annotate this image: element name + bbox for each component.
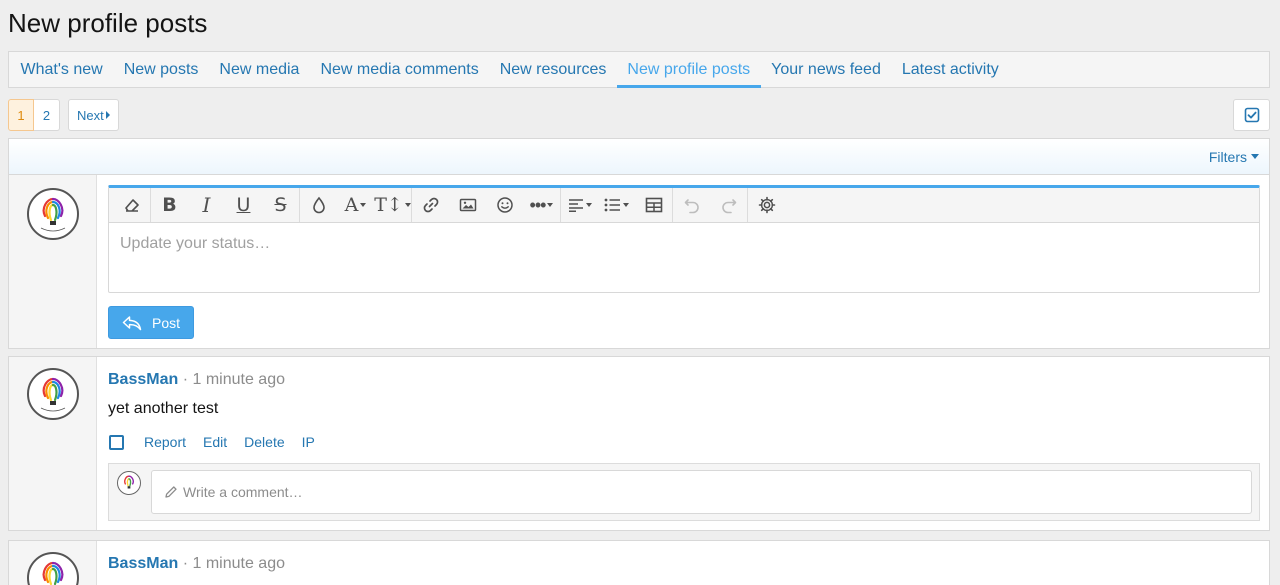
username-link[interactable]: BassMan bbox=[108, 555, 178, 572]
tab-your-news-feed[interactable]: Your news feed bbox=[761, 52, 892, 87]
filter-bar: Filters bbox=[8, 138, 1270, 174]
comment-placeholder: Write a comment… bbox=[183, 484, 303, 500]
ip-link[interactable]: IP bbox=[302, 434, 315, 450]
text-color-icon[interactable] bbox=[300, 188, 337, 222]
tab-new-posts[interactable]: New posts bbox=[113, 52, 209, 87]
report-link[interactable]: Report bbox=[144, 434, 186, 450]
rich-text-editor: B I U S A T↕ ••• Update your status… bbox=[108, 185, 1260, 293]
filters-menu-button[interactable]: Filters bbox=[1209, 149, 1259, 165]
tab-new-media[interactable]: New media bbox=[209, 52, 310, 87]
image-icon[interactable] bbox=[449, 188, 486, 222]
lightbulb-avatar-icon bbox=[124, 475, 134, 489]
delete-link[interactable]: Delete bbox=[244, 434, 284, 450]
link-icon[interactable] bbox=[412, 188, 449, 222]
post-body: yet another test bbox=[108, 400, 219, 417]
font-family-icon[interactable]: A bbox=[337, 188, 374, 222]
post-actions: Report Edit Delete IP bbox=[108, 434, 332, 450]
comment-input[interactable]: Write a comment… bbox=[151, 470, 1252, 514]
caret-down-icon bbox=[1251, 154, 1259, 159]
smilie-icon[interactable] bbox=[486, 188, 523, 222]
post-header: BassMan · 1 minute ago bbox=[108, 555, 285, 573]
caret-right-icon bbox=[105, 111, 110, 119]
post-header: BassMan · 1 minute ago bbox=[108, 371, 285, 389]
select-toggle-button[interactable] bbox=[1233, 99, 1270, 131]
underline-icon[interactable]: U bbox=[225, 188, 262, 222]
filters-label: Filters bbox=[1208, 148, 1247, 165]
tab-new-media-comments[interactable]: New media comments bbox=[310, 52, 489, 87]
checkbox-checked-icon bbox=[1244, 107, 1259, 123]
editor-toolbar: B I U S A T↕ ••• bbox=[109, 188, 1259, 223]
reply-icon bbox=[122, 315, 142, 330]
align-icon[interactable] bbox=[561, 188, 598, 222]
bold-icon[interactable]: B bbox=[151, 188, 188, 222]
undo-icon[interactable] bbox=[673, 188, 710, 222]
status-composer: B I U S A T↕ ••• Update your status… Pos… bbox=[8, 174, 1270, 349]
strikethrough-icon[interactable]: S bbox=[262, 188, 299, 222]
avatar[interactable] bbox=[117, 471, 141, 495]
comment-box: Write a comment… bbox=[108, 463, 1260, 521]
page-2-button[interactable]: 2 bbox=[34, 99, 60, 131]
more-icon[interactable]: ••• bbox=[523, 188, 560, 222]
lightbulb-avatar-icon bbox=[40, 197, 66, 232]
pencil-icon bbox=[165, 486, 177, 498]
tab-new-resources[interactable]: New resources bbox=[489, 52, 617, 87]
tab-whats-new[interactable]: What's new bbox=[10, 52, 113, 87]
font-size-icon[interactable]: T↕ bbox=[374, 188, 411, 222]
status-input[interactable]: Update your status… bbox=[109, 223, 1259, 265]
select-checkbox[interactable] bbox=[109, 434, 124, 450]
pagination: 1 2 Next bbox=[8, 99, 119, 131]
next-page-button[interactable]: Next bbox=[68, 99, 119, 131]
eraser-icon[interactable] bbox=[113, 188, 150, 222]
avatar[interactable] bbox=[27, 188, 79, 240]
list-icon[interactable] bbox=[598, 188, 635, 222]
edit-link[interactable]: Edit bbox=[203, 434, 227, 450]
post-label: Post bbox=[151, 314, 180, 331]
avatar[interactable] bbox=[27, 368, 79, 420]
lightbulb-avatar-icon bbox=[42, 561, 64, 585]
post-button[interactable]: Post bbox=[108, 306, 194, 339]
tab-latest-activity[interactable]: Latest activity bbox=[891, 52, 1009, 87]
profile-post: BassMan · 1 minute ago yet another test … bbox=[8, 356, 1270, 531]
profile-post: BassMan · 1 minute ago bbox=[8, 540, 1270, 585]
username-link[interactable]: BassMan bbox=[108, 371, 178, 388]
post-time-link[interactable]: 1 minute ago bbox=[192, 555, 285, 572]
lightbulb-avatar-icon bbox=[40, 377, 66, 412]
post-time-link[interactable]: 1 minute ago bbox=[192, 371, 285, 388]
next-label: Next bbox=[77, 107, 104, 123]
settings-icon[interactable] bbox=[748, 188, 785, 222]
table-icon[interactable] bbox=[635, 188, 672, 222]
tab-new-profile-posts[interactable]: New profile posts bbox=[616, 52, 761, 88]
page-1-button[interactable]: 1 bbox=[8, 99, 34, 131]
page-title: New profile posts bbox=[8, 8, 208, 38]
redo-icon[interactable] bbox=[710, 188, 747, 222]
italic-icon[interactable]: I bbox=[188, 188, 225, 222]
whats-new-tabs: What's new New posts New media New media… bbox=[8, 51, 1270, 88]
